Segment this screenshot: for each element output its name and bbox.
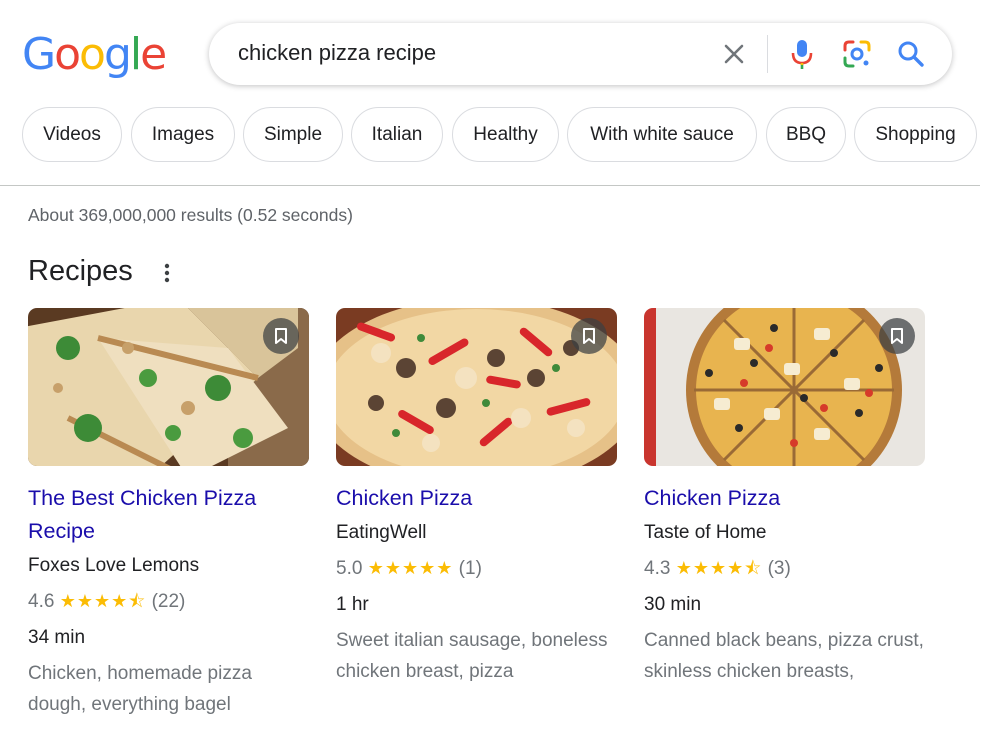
header-divider	[0, 185, 980, 186]
recipe-time: 1 hr	[336, 594, 369, 615]
more-vert-icon	[164, 263, 170, 283]
logo-letter: o	[79, 29, 106, 80]
google-logo[interactable]: Google	[22, 29, 167, 80]
chip-videos[interactable]: Videos	[22, 107, 122, 162]
chip-healthy[interactable]: Healthy	[452, 107, 559, 162]
recipe-source: Foxes Love Lemons	[28, 555, 200, 576]
close-icon	[724, 44, 744, 64]
recipe-image[interactable]	[644, 308, 925, 466]
chip-with-white-sauce[interactable]: With white sauce	[567, 107, 757, 162]
recipe-source: EatingWell	[336, 522, 427, 543]
recipe-ingredients: Chicken, homemade pizza dough, everythin…	[28, 663, 252, 715]
star-rating-icon: ★★★★★	[367, 558, 454, 579]
star-rating-icon: ★★★★⯪	[59, 591, 147, 612]
recipe-rating: 4.6 ★★★★⯪ (22)	[28, 584, 310, 620]
bookmark-icon	[583, 328, 595, 344]
rating-count: (3)	[767, 558, 791, 579]
recipe-rating: 4.3 ★★★★⯪ (3)	[644, 551, 926, 587]
logo-letter: o	[54, 29, 81, 80]
recipe-title-link[interactable]: Chicken Pizza	[644, 482, 926, 515]
recipe-card[interactable]: Chicken Pizza Taste of Home 4.3 ★★★★⯪ (3…	[644, 308, 926, 687]
recipe-ingredients: Canned black beans, pizza crust, skinles…	[644, 630, 924, 682]
recipe-image[interactable]	[28, 308, 309, 466]
rating-value: 4.3	[644, 558, 671, 579]
search-box[interactable]: chicken pizza recipe	[209, 23, 952, 85]
chip-italian[interactable]: Italian	[351, 107, 443, 162]
search-icon	[898, 41, 924, 67]
recipe-rating: 5.0 ★★★★★ (1)	[336, 551, 618, 587]
lens-icon	[843, 40, 871, 68]
chip-shopping[interactable]: Shopping	[854, 107, 977, 162]
recipes-heading: Recipes	[28, 255, 133, 287]
search-input[interactable]: chicken pizza recipe	[238, 40, 436, 66]
chip-bbq[interactable]: BBQ	[766, 107, 846, 162]
rating-value: 5.0	[336, 558, 363, 579]
voice-search-button[interactable]	[787, 36, 817, 72]
result-stats: About 369,000,000 results (0.52 seconds)	[28, 205, 353, 225]
star-rating-icon: ★★★★⯪	[675, 558, 763, 579]
bookmark-icon	[891, 328, 903, 344]
logo-letter: l	[129, 29, 142, 80]
rating-count: (22)	[151, 591, 186, 612]
rating-count: (1)	[458, 558, 482, 579]
recipe-card[interactable]: The Best Chicken Pizza Recipe Foxes Love…	[28, 308, 310, 720]
recipe-ingredients: Sweet italian sausage, boneless chicken …	[336, 630, 608, 682]
recipe-image[interactable]	[336, 308, 617, 466]
lens-search-button[interactable]	[841, 38, 873, 70]
bookmark-icon	[275, 328, 287, 344]
recipe-time: 30 min	[644, 594, 702, 615]
recipe-source: Taste of Home	[644, 522, 767, 543]
logo-letter: e	[140, 29, 167, 80]
more-options-button[interactable]	[157, 260, 177, 286]
chip-simple[interactable]: Simple	[243, 107, 343, 162]
search-submit-button[interactable]	[895, 38, 927, 70]
clear-search-button[interactable]	[719, 39, 749, 69]
recipe-title-link[interactable]: Chicken Pizza	[336, 482, 618, 515]
search-divider	[767, 35, 768, 73]
logo-letter: g	[103, 29, 132, 80]
rating-value: 4.6	[28, 591, 55, 612]
logo-letter: G	[22, 29, 56, 80]
save-recipe-button[interactable]	[571, 318, 607, 354]
microphone-icon	[791, 40, 813, 69]
recipe-title-link[interactable]: The Best Chicken Pizza Recipe	[28, 482, 310, 548]
save-recipe-button[interactable]	[263, 318, 299, 354]
recipe-card[interactable]: Chicken Pizza EatingWell 5.0 ★★★★★ (1) 1…	[336, 308, 618, 687]
chip-images[interactable]: Images	[131, 107, 235, 162]
recipe-time: 34 min	[28, 627, 86, 648]
save-recipe-button[interactable]	[879, 318, 915, 354]
